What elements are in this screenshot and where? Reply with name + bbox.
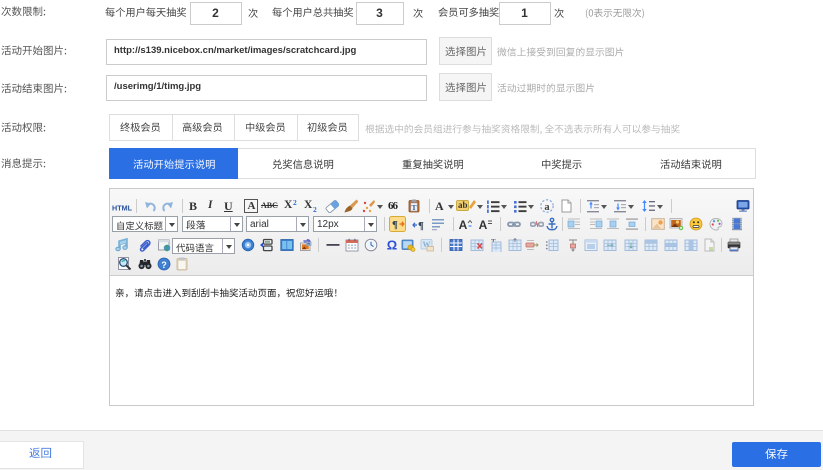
svg-text:¶: ¶ [418, 220, 424, 231]
svg-text:A: A [459, 218, 468, 231]
svg-text:HTML: HTML [112, 204, 133, 213]
svg-text:a: a [544, 202, 550, 213]
svg-text:A: A [479, 218, 488, 231]
svg-text:?: ? [161, 260, 167, 270]
svg-text:Ω: Ω [387, 238, 397, 252]
svg-text:¶: ¶ [392, 219, 398, 231]
svg-text:T: T [411, 203, 416, 212]
